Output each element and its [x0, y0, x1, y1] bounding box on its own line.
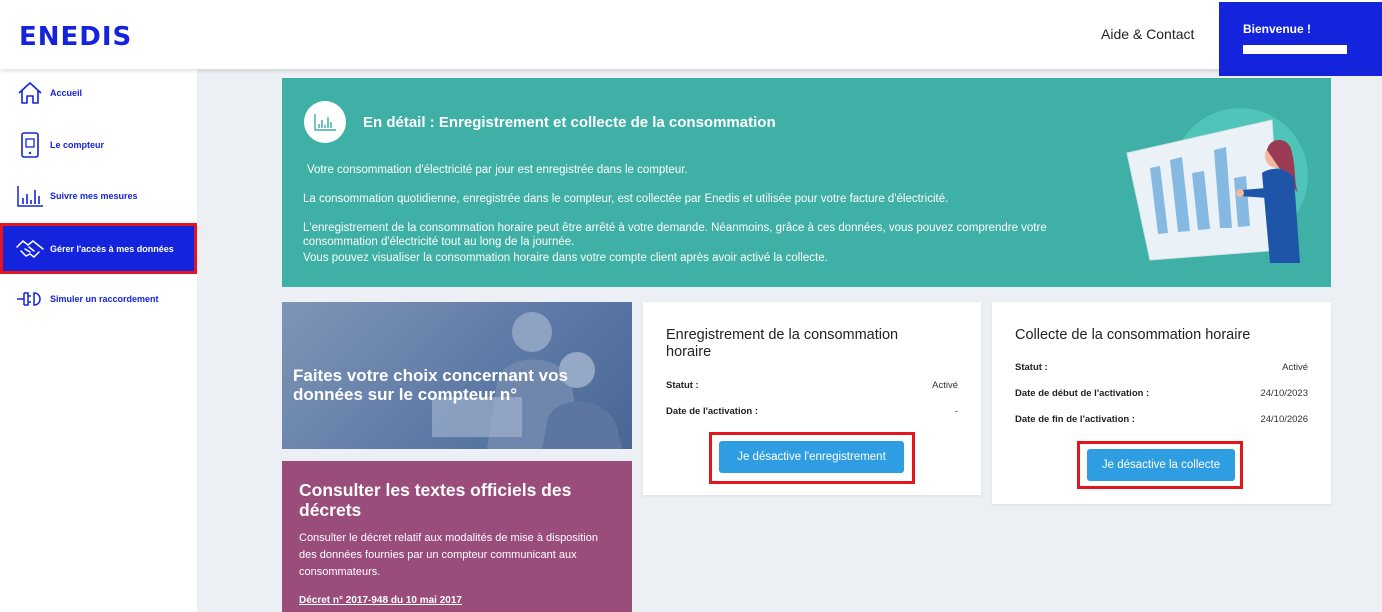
banner-paragraph-2: La consommation quotidienne, enregistrée…: [303, 193, 949, 205]
sidebar-item-accueil[interactable]: Accueil: [0, 73, 197, 113]
sidebar-item-label: Suivre mes mesures: [50, 191, 138, 201]
end-date-value: 24/10/2026: [1260, 414, 1308, 425]
decret-link[interactable]: Décret n° 2017-948 du 10 mai 2017: [299, 595, 462, 606]
status-value: Activé: [932, 380, 958, 391]
chart-icon: [304, 101, 346, 143]
welcome-title: Bienvenue !: [1243, 22, 1312, 36]
chart-icon: [16, 182, 44, 210]
sidebar-item-label: Le compteur: [50, 140, 105, 150]
info-banner: En détail : Enregistrement et collecte d…: [282, 78, 1331, 287]
enedis-logo[interactable]: ENEDIS: [19, 22, 132, 52]
home-icon: [16, 79, 44, 107]
sidebar-item-compteur[interactable]: Le compteur: [0, 125, 197, 165]
top-header: ENEDIS Aide & Contact Bienvenue !: [0, 0, 1382, 76]
banner-paragraph-3: L'enregistrement de la consommation hora…: [303, 222, 1047, 248]
activation-date-label: Date de l'activation :: [666, 406, 759, 417]
decret-card: Consulter les textes officiels des décre…: [282, 461, 632, 612]
status-label: Statut :: [666, 380, 699, 391]
data-analysis-illustration: [1126, 108, 1308, 263]
redacted-user-name: [1243, 45, 1347, 54]
photo-card-title: Faites votre choix concernant vos donnée…: [293, 366, 568, 404]
deactivate-collecte-button[interactable]: Je désactive la collecte: [1087, 449, 1235, 481]
meter-icon: [16, 131, 44, 159]
end-date-label: Date de fin de l'activation :: [1015, 414, 1135, 425]
plug-icon: [16, 285, 44, 313]
sidebar: Accueil Le compteur Suivre mes mesures G…: [0, 69, 197, 612]
activation-date-value: -: [954, 406, 958, 417]
help-contact-link[interactable]: Aide & Contact: [1101, 26, 1194, 42]
enregistrement-card: Enregistrement de la consommation horair…: [643, 302, 981, 495]
banner-paragraph-1: Votre consommation d'électricité par jou…: [307, 164, 688, 176]
sidebar-item-label: Simuler un raccordement: [50, 294, 159, 304]
start-date-value: 24/10/2023: [1260, 388, 1308, 399]
sidebar-item-acces-donnees[interactable]: Gérer l'accès à mes données: [0, 223, 197, 274]
sidebar-item-label: Accueil: [50, 88, 83, 98]
choice-photo-card[interactable]: Faites votre choix concernant vos donnée…: [282, 302, 632, 449]
collecte-title: Collecte de la consommation horaire: [1015, 327, 1251, 343]
welcome-box[interactable]: Bienvenue !: [1219, 2, 1382, 76]
status-value: Activé: [1282, 362, 1308, 373]
status-label: Statut :: [1015, 362, 1048, 373]
banner-title: En détail : Enregistrement et collecte d…: [363, 114, 776, 131]
handshake-icon: [16, 235, 44, 263]
collecte-card: Collecte de la consommation horaire Stat…: [992, 302, 1331, 504]
sidebar-item-mesures[interactable]: Suivre mes mesures: [0, 176, 197, 216]
decret-card-text: Consulter le décret relatif aux modalité…: [299, 532, 598, 578]
sidebar-item-label: Gérer l'accès à mes données: [50, 243, 174, 254]
start-date-label: Date de début de l'activation :: [1015, 388, 1150, 399]
decret-card-title: Consulter les textes officiels des décre…: [299, 480, 572, 520]
sidebar-item-raccordement[interactable]: Simuler un raccordement: [0, 279, 197, 319]
deactivate-enregistrement-button[interactable]: Je désactive l'enregistrement: [719, 441, 904, 473]
enregistrement-title: Enregistrement de la consommation horair…: [666, 327, 899, 360]
banner-paragraph-4: Vous pouvez visualiser la consommation h…: [303, 252, 828, 264]
